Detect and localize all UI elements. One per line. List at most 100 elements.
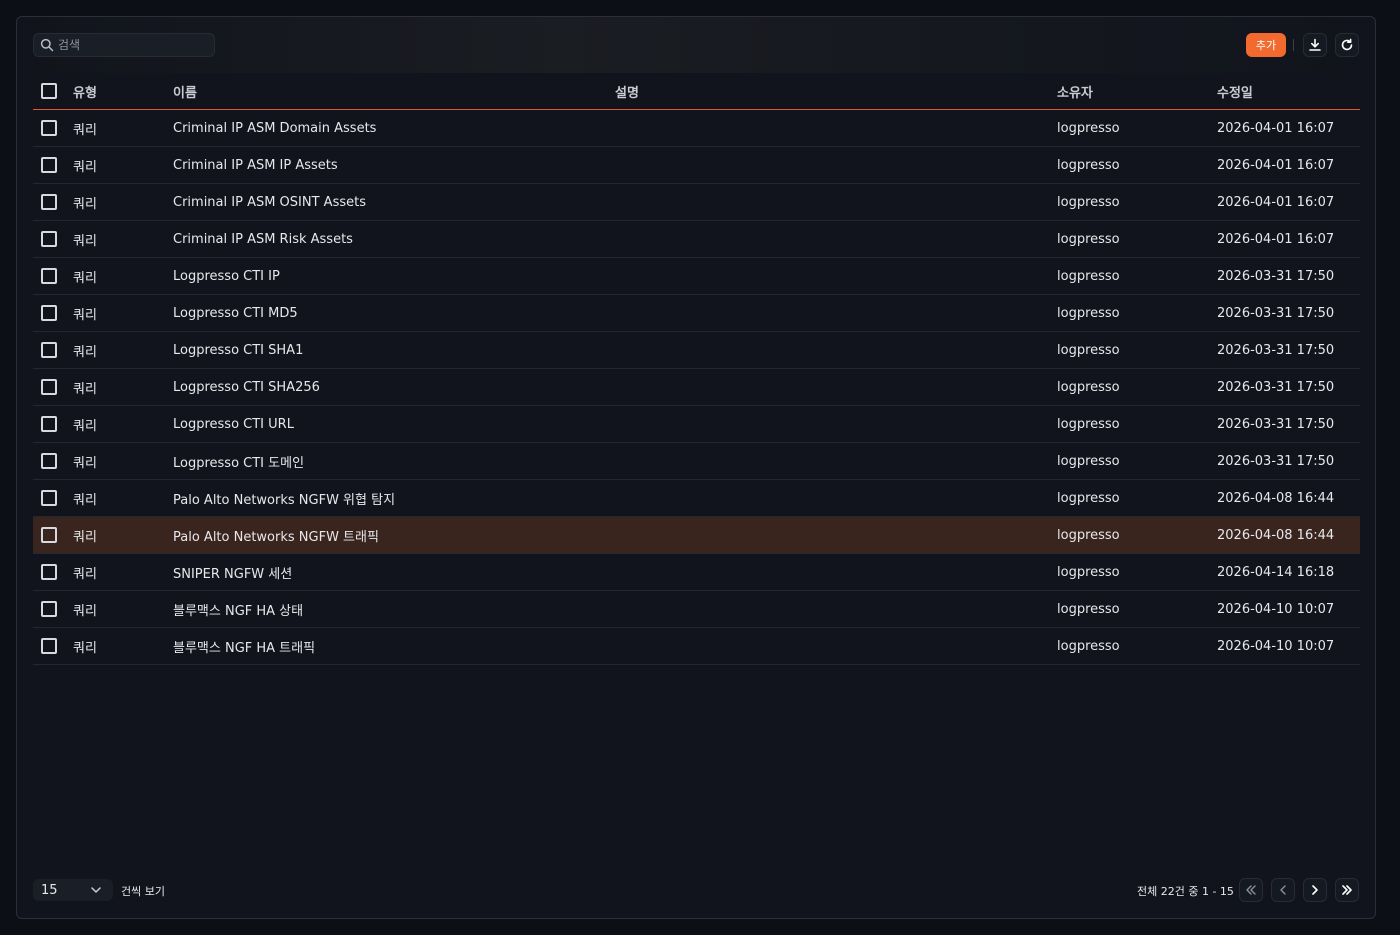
cell-owner: logpresso [1057, 490, 1120, 506]
cell-owner: logpresso [1057, 527, 1120, 543]
table-row[interactable]: 쿼리 Criminal IP ASM IP Assets logpresso 2026… [33, 147, 1360, 184]
row-checkbox[interactable] [41, 564, 57, 580]
next-page-button[interactable] [1303, 878, 1327, 902]
table-row[interactable]: 쿼리 SNIPER NGFW 세션 logpresso 2026-04-14 16:1… [33, 554, 1360, 591]
cell-name: Logpresso CTI SHA256 [173, 379, 320, 395]
add-button[interactable]: 추가 [1246, 33, 1286, 57]
row-checkbox[interactable] [41, 638, 57, 654]
table-row[interactable]: 쿼리 Criminal IP ASM Domain Assets logpresso… [33, 110, 1360, 147]
search-input[interactable] [58, 38, 198, 52]
table-row[interactable]: 쿼리 Logpresso CTI IP logpresso 2026-03-31 17… [33, 258, 1360, 295]
table-row[interactable]: 쿼리 Criminal IP ASM OSINT Assets logpresso 2… [33, 184, 1360, 221]
cell-modified: 2026-04-01 16:07 [1217, 157, 1335, 173]
cell-type: 쿼리 [73, 640, 97, 656]
row-checkbox[interactable] [41, 601, 57, 617]
row-checkbox[interactable] [41, 379, 57, 395]
chevron-right-icon [1312, 885, 1318, 895]
cell-name: Logpresso CTI SHA1 [173, 342, 304, 358]
select-all-cell [41, 73, 57, 109]
query-list-panel: 추가 유형 이름 설명 소유자 수정일 쿼리Crimi [16, 16, 1376, 919]
row-checkbox[interactable] [41, 268, 57, 284]
row-checkbox-cell [41, 554, 57, 590]
header-type[interactable]: 유형 [73, 73, 97, 109]
cell-modified: 2026-04-01 16:07 [1217, 231, 1335, 247]
cell-modified: 2026-03-31 17:50 [1217, 379, 1335, 395]
toolbar: 추가 [17, 17, 1375, 73]
cell-owner: logpresso [1057, 638, 1120, 654]
row-checkbox-cell [41, 258, 57, 294]
row-checkbox[interactable] [41, 342, 57, 358]
row-checkbox[interactable] [41, 490, 57, 506]
cell-name: SNIPER NGFW 세션 [173, 566, 293, 582]
row-checkbox[interactable] [41, 527, 57, 543]
cell-type: 쿼리 [73, 233, 97, 249]
prev-page-button[interactable] [1271, 878, 1295, 902]
chevrons-left-icon [1246, 885, 1256, 895]
row-checkbox-cell [41, 147, 57, 183]
cell-type: 쿼리 [73, 122, 97, 138]
table-row[interactable]: 쿼리 Logpresso CTI 도메인 logpresso 2026-03-31 1… [33, 443, 1360, 480]
refresh-button[interactable] [1335, 33, 1359, 57]
cell-owner: logpresso [1057, 120, 1120, 136]
cell-modified: 2026-04-14 16:18 [1217, 564, 1335, 580]
table-body: 쿼리 Criminal IP ASM Domain Assets logpresso… [33, 110, 1360, 665]
row-checkbox-cell [41, 591, 57, 627]
search-box[interactable] [33, 33, 215, 57]
table-header: 유형 이름 설명 소유자 수정일 [33, 73, 1360, 110]
table-row[interactable]: 쿼리 Criminal IP ASM Risk Assets logpresso 20… [33, 221, 1360, 258]
table-row[interactable]: 쿼리 Palo Alto Networks NGFW 위협 탐지 logpresso… [33, 480, 1360, 517]
cell-type: 쿼리 [73, 455, 97, 471]
table-row[interactable]: 쿼리 Logpresso CTI SHA256 logpresso 2026-03-3… [33, 369, 1360, 406]
last-page-button[interactable] [1335, 878, 1359, 902]
row-checkbox[interactable] [41, 416, 57, 432]
row-checkbox-cell [41, 480, 57, 516]
row-checkbox-cell [41, 184, 57, 220]
table-row[interactable]: 쿼리 Logpresso CTI SHA1 logpresso 2026-03-31 … [33, 332, 1360, 369]
cell-name: Palo Alto Networks NGFW 위협 탐지 [173, 492, 396, 508]
first-page-button[interactable] [1239, 878, 1263, 902]
row-checkbox[interactable] [41, 157, 57, 173]
table-row[interactable]: 쿼리 블루맥스 NGF HA 트래픽 logpresso 2026-04-10 10:… [33, 628, 1360, 665]
cell-owner: logpresso [1057, 157, 1120, 173]
row-checkbox[interactable] [41, 120, 57, 136]
download-button[interactable] [1303, 33, 1327, 57]
pagination-summary: 전체 22건 중 1 - 15 [1137, 885, 1234, 898]
cell-name: Criminal IP ASM Domain Assets [173, 120, 377, 136]
query-table: 유형 이름 설명 소유자 수정일 쿼리 Criminal IP ASM Domai… [33, 73, 1360, 665]
header-description[interactable]: 설명 [615, 73, 639, 109]
chevron-down-icon [91, 887, 101, 893]
row-checkbox-cell [41, 628, 57, 664]
cell-name: Logpresso CTI IP [173, 268, 280, 284]
header-owner[interactable]: 소유자 [1057, 73, 1093, 109]
row-checkbox[interactable] [41, 231, 57, 247]
page-size-label: 건씩 보기 [121, 885, 165, 898]
table-row[interactable]: 쿼리 Logpresso CTI URL logpresso 2026-03-31 1… [33, 406, 1360, 443]
row-checkbox[interactable] [41, 453, 57, 469]
select-all-checkbox[interactable] [41, 83, 57, 99]
chevrons-right-icon [1342, 885, 1352, 895]
cell-owner: logpresso [1057, 342, 1120, 358]
header-name[interactable]: 이름 [173, 73, 197, 109]
row-checkbox-cell [41, 517, 57, 553]
cell-type: 쿼리 [73, 603, 97, 619]
table-row[interactable]: 쿼리 Palo Alto Networks NGFW 트래픽 logpresso 20… [33, 517, 1360, 554]
table-row[interactable]: 쿼리 블루맥스 NGF HA 상태 logpresso 2026-04-10 10:0… [33, 591, 1360, 628]
table-row[interactable]: 쿼리 Logpresso CTI MD5 logpresso 2026-03-31 1… [33, 295, 1360, 332]
row-checkbox[interactable] [41, 194, 57, 210]
cell-owner: logpresso [1057, 416, 1120, 432]
cell-name: 블루맥스 NGF HA 트래픽 [173, 640, 316, 656]
header-modified[interactable]: 수정일 [1217, 73, 1253, 109]
refresh-icon [1341, 38, 1353, 51]
cell-name: Criminal IP ASM Risk Assets [173, 231, 353, 247]
cell-type: 쿼리 [73, 529, 97, 545]
cell-modified: 2026-04-01 16:07 [1217, 120, 1335, 136]
cell-type: 쿼리 [73, 159, 97, 175]
cell-type: 쿼리 [73, 381, 97, 397]
cell-name: 블루맥스 NGF HA 상태 [173, 603, 304, 619]
search-icon [40, 38, 54, 52]
row-checkbox[interactable] [41, 305, 57, 321]
page-size-select[interactable]: 15 [33, 879, 113, 901]
cell-type: 쿼리 [73, 196, 97, 212]
cell-owner: logpresso [1057, 601, 1120, 617]
cell-owner: logpresso [1057, 268, 1120, 284]
